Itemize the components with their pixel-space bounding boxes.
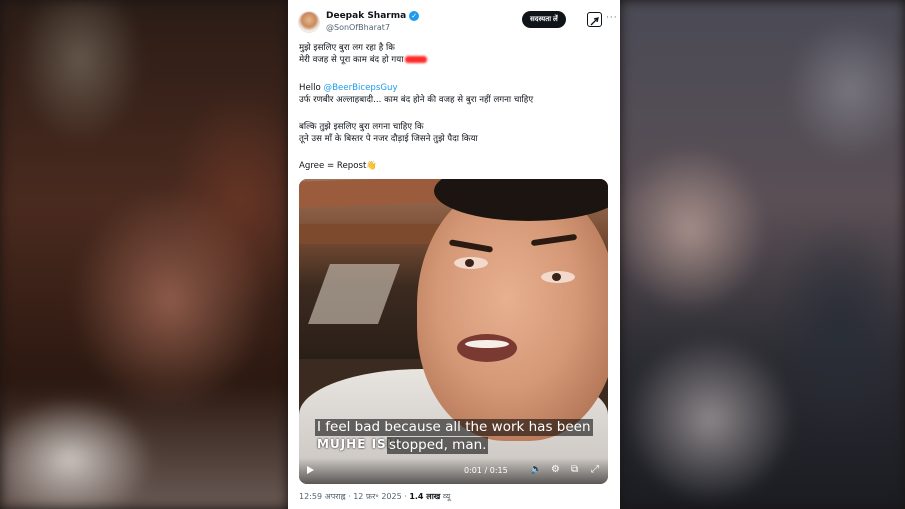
tweet-timestamp[interactable]: 12:59 अपराह्न · 12 फ़र॰ 2025 · (299, 492, 409, 501)
avatar[interactable] (298, 11, 320, 33)
grok-icon[interactable] (587, 12, 602, 27)
verified-badge-icon: ✓ (409, 11, 420, 21)
tweet-text-line: तूने उस माँ के बिस्तर पे नजर दौड़ाई जिसन… (299, 134, 478, 144)
tweet-text-segment: Hello (299, 83, 324, 93)
video-controls: 0:01 / 0:15 🔈 ⚙ ⧉ ⤢ (299, 458, 608, 484)
fullscreen-icon[interactable]: ⤢ (591, 464, 599, 476)
author-handle[interactable]: @SonOfBharat7 (326, 23, 390, 32)
subtitle-line: stopped, man. (387, 437, 489, 454)
more-options-icon[interactable]: ··· (606, 13, 618, 23)
mention-link[interactable]: @BeerBicepsGuy (324, 83, 398, 93)
subscribe-button[interactable]: सदस्यता लें (522, 11, 566, 28)
author-name-row: Deepak Sharma ✓ (326, 11, 420, 21)
tweet-header: Deepak Sharma ✓ @SonOfBharat7 सदस्यता ले… (298, 8, 617, 38)
tweet-text-line: बल्कि तुझे इसलिए बुरा लगना चाहिए कि (299, 122, 424, 132)
tweet-text-line: Hello @BeerBicepsGuy (299, 82, 398, 94)
volume-icon[interactable]: 🔈 (530, 464, 542, 476)
video-time: 0:01 / 0:15 (464, 466, 508, 475)
tweet-text-line: मेरी वजह से पूरा काम बंद हो गया (299, 54, 428, 66)
blurred-background-right (620, 0, 905, 509)
tweet-text-line: Agree = Repost👋 (299, 161, 378, 171)
video-player[interactable]: I feel bad because all the work has been… (299, 179, 608, 484)
views-count: 1.4 लाख (409, 492, 441, 501)
tweet-text-line: उर्फ रणबीर अल्लाहबादी... काम बंद होने की… (299, 95, 534, 105)
red-censor-mark (405, 56, 428, 63)
author-name[interactable]: Deepak Sharma (326, 11, 406, 21)
tweet-text-line: मुझे इसलिए बुरा लग रहा है कि (299, 43, 395, 53)
picture-in-picture-icon[interactable]: ⧉ (571, 464, 578, 476)
wall-light (308, 264, 400, 324)
eye (541, 271, 575, 283)
blurred-background-left (0, 0, 288, 509)
views-label: व्यू (440, 492, 451, 501)
ceiling-beam (299, 224, 449, 244)
play-icon[interactable] (307, 466, 314, 474)
ceiling-beam (299, 179, 449, 208)
tweet-meta: 12:59 अपराह्न · 12 फ़र॰ 2025 · 1.4 लाख व… (299, 491, 450, 502)
tweet-text-segment: मेरी वजह से पूरा काम बंद हो गया (299, 55, 404, 65)
mouth (457, 334, 517, 362)
settings-icon[interactable]: ⚙ (551, 464, 560, 476)
eye (454, 257, 488, 269)
tweet-card: Deepak Sharma ✓ @SonOfBharat7 सदस्यता ले… (288, 0, 620, 509)
subtitle-line: I feel bad because all the work has been (315, 419, 593, 436)
